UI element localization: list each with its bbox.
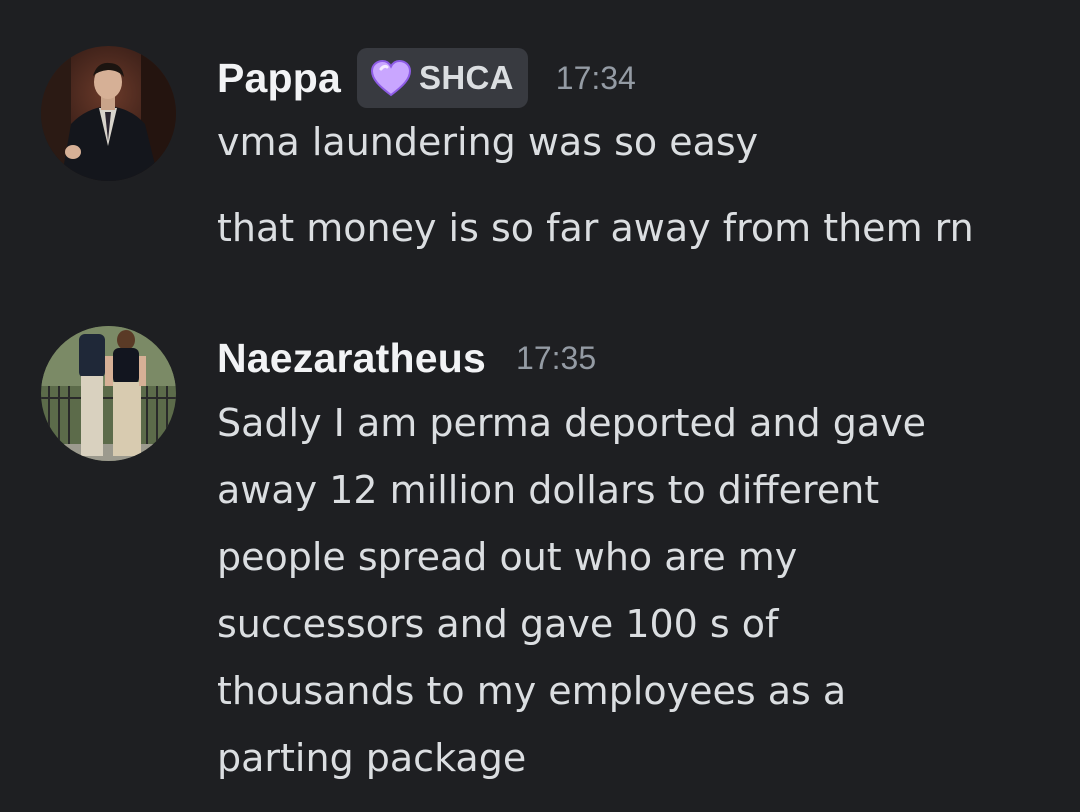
chat-log: Pappa SHCA 17:34 vma laundering was so e… — [0, 0, 1080, 812]
message-header: Naezaratheus 17:35 — [217, 326, 596, 390]
message-line: thousands to my employees as a — [217, 669, 847, 713]
message-text: vma laundering was so easy — [217, 120, 759, 164]
message-line: Sadly I am perma deported and gave — [217, 401, 926, 445]
message-line: successors and gave 100 s of — [217, 602, 779, 646]
message-line: away 12 million dollars to different — [217, 468, 880, 512]
avatar-image — [41, 46, 176, 181]
avatar-image — [41, 326, 176, 461]
tag-label: SHCA — [419, 59, 514, 96]
message-line: people spread out who are my — [217, 535, 798, 579]
message-text: Sadly I am perma deported and gave away … — [217, 390, 1057, 792]
message-header: Pappa SHCA 17:34 — [217, 46, 636, 110]
avatar[interactable] — [41, 326, 176, 461]
purple-heart-icon — [369, 59, 413, 97]
timestamp: 17:34 — [555, 59, 636, 96]
username[interactable]: Naezaratheus — [217, 335, 486, 382]
server-tag[interactable]: SHCA — [357, 48, 528, 108]
message-text: that money is so far away from them rn — [217, 206, 974, 250]
message-line: parting package — [217, 736, 527, 780]
username[interactable]: Pappa — [217, 55, 341, 102]
avatar[interactable] — [41, 46, 176, 181]
timestamp: 17:35 — [516, 339, 597, 376]
